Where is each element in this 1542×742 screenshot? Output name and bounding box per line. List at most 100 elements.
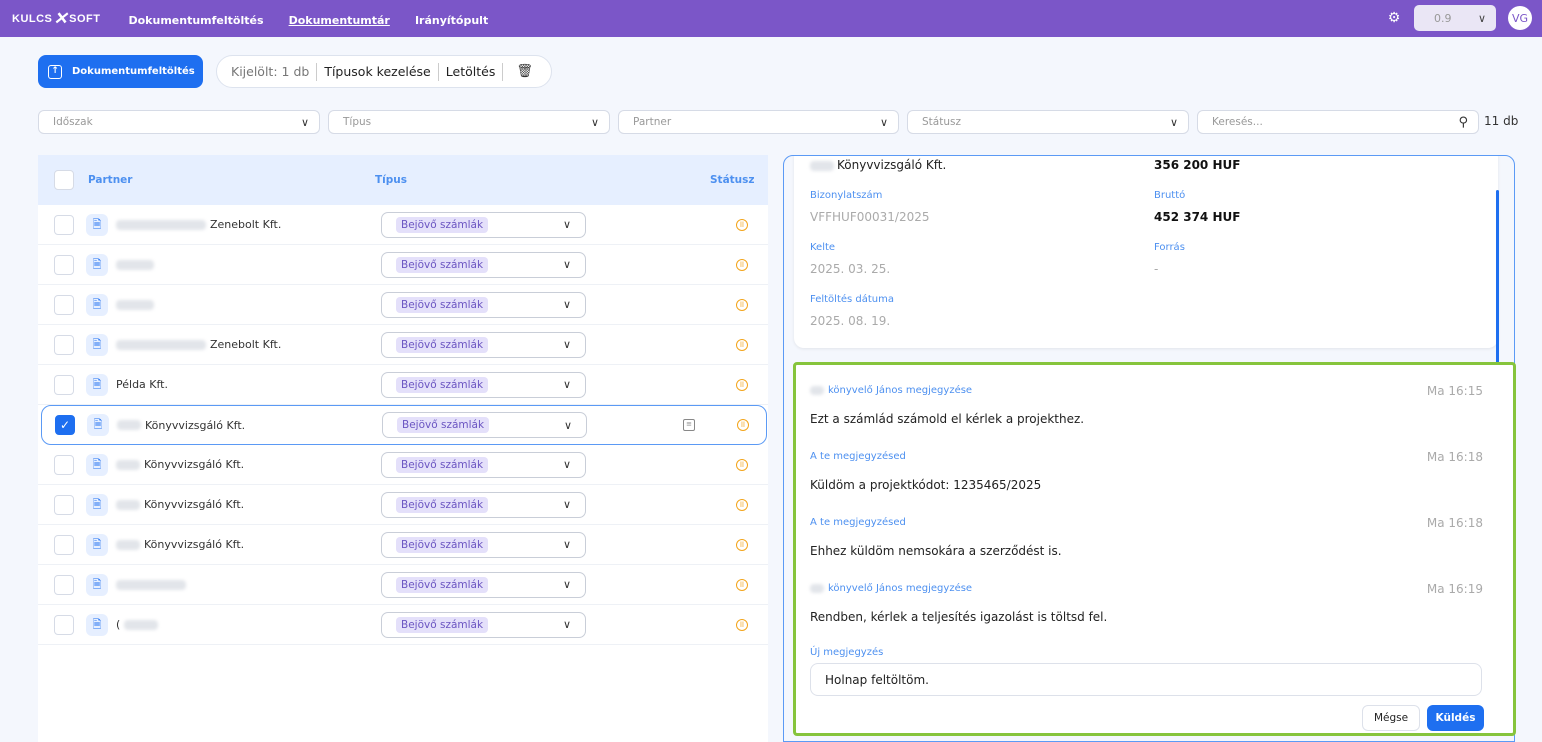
download-button[interactable]: Letöltés (446, 64, 496, 79)
row-checkbox[interactable]: ✓ (55, 415, 75, 435)
filter-bar: Időszak ∨ Típus ∨ Partner ∨ Státusz ∨ Keresé… (38, 110, 1479, 134)
column-header-status[interactable]: Státusz (710, 174, 755, 186)
manage-types-button[interactable]: Típusok kezelése (324, 64, 430, 79)
type-tag: Bejövő számlák (396, 456, 489, 473)
trash-icon[interactable]: 🗑 (516, 64, 533, 79)
partner-name: Zenebolt Kft. (116, 338, 366, 351)
status-pending-icon: ll (736, 458, 748, 471)
row-checkbox[interactable] (54, 334, 74, 355)
top-bar: KULCS ✕ SOFT Dokumentumfeltöltés Dokumentu… (0, 0, 1542, 37)
document-icon: 🗎 (86, 293, 108, 316)
table-row[interactable]: 🗎 Könyvvizsgáló Kft. Bejövő számlák ∨ ll (38, 485, 768, 525)
chevron-down-icon: ∨ (562, 498, 571, 511)
table-row[interactable]: 🗎 ( Bejövő számlák ∨ ll (38, 605, 768, 645)
status-filter-label: Státusz (922, 116, 961, 128)
row-checkbox[interactable] (54, 614, 74, 635)
cancel-button[interactable]: Mégse (1362, 705, 1420, 731)
upload-date-label: Feltöltés dátuma (810, 294, 895, 305)
table-row[interactable]: 🗎 Bejövő számlák ∨ ll (38, 285, 768, 325)
gear-icon[interactable]: ⚙ (1386, 10, 1402, 26)
type-tag: Bejövő számlák (397, 417, 490, 433)
send-button[interactable]: Küldés (1427, 705, 1484, 731)
row-checkbox[interactable] (54, 214, 74, 235)
partner-filter-label: Partner (633, 116, 672, 128)
table-row[interactable]: ✓ 🗎 Könyvvizsgáló Kft. Bejövő számlák ∨ … (41, 405, 767, 445)
note-text: Ezt a számlád számold el kérlek a projek… (810, 412, 1085, 426)
table-row[interactable]: 🗎 Bejövő számlák ∨ ll (38, 245, 768, 285)
note-icon[interactable]: ≡ (683, 419, 695, 431)
row-checkbox[interactable] (54, 494, 74, 515)
upload-icon: ↑ (48, 64, 62, 79)
note-author: könyvelő János megjegyzése (810, 583, 972, 594)
nav-dashboard[interactable]: Irányítópult (415, 14, 488, 27)
type-tag: Bejövő számlák (396, 256, 489, 273)
type-select[interactable]: Bejövő számlák ∨ (382, 412, 587, 438)
partner-name-text: Könyvvizsgáló Kft. (144, 498, 245, 511)
logo-left: KULCS (12, 12, 53, 25)
table-row[interactable]: 🗎 Példa Kft. Bejövő számlák ∨ ll (38, 365, 768, 405)
type-select[interactable]: Bejövő számlák ∨ (381, 531, 586, 558)
logo[interactable]: KULCS ✕ SOFT (12, 9, 100, 29)
status-pending-icon: ll (736, 538, 748, 551)
table-row[interactable]: 🗎 Bejövő számlák ∨ ll (38, 565, 768, 605)
gross-label: Bruttó (1154, 190, 1186, 201)
version-select[interactable]: 0.9 ∨ (1414, 5, 1496, 31)
result-count: 11 db (1484, 114, 1519, 128)
type-select[interactable]: Bejövő számlák ∨ (381, 371, 586, 398)
source-label: Forrás (1154, 242, 1185, 253)
row-checkbox[interactable] (54, 534, 74, 555)
partner-name-text: Könyvvizsgáló Kft. (144, 538, 245, 551)
nav-upload[interactable]: Dokumentumfeltöltés (128, 14, 263, 27)
row-checkbox[interactable] (54, 454, 74, 475)
row-checkbox[interactable] (54, 254, 74, 275)
nav-document-store[interactable]: Dokumentumtár (289, 14, 390, 27)
source-value: - (1154, 262, 1159, 276)
period-filter[interactable]: Időszak ∨ (38, 110, 320, 134)
type-filter[interactable]: Típus ∨ (328, 110, 610, 134)
type-select[interactable]: Bejövő számlák ∨ (381, 451, 586, 478)
type-select[interactable]: Bejövő számlák ∨ (381, 331, 586, 358)
table-row[interactable]: 🗎 Zenebolt Kft. Bejövő számlák ∨ ll (38, 205, 768, 245)
type-select[interactable]: Bejövő számlák ∨ (381, 211, 586, 238)
note-text: Rendben, kérlek a teljesítés igazolást i… (810, 610, 1108, 624)
redacted-text (116, 299, 154, 310)
row-checkbox[interactable] (54, 294, 74, 315)
type-select[interactable]: Bejövő számlák ∨ (381, 291, 586, 318)
partner-filter[interactable]: Partner ∨ (618, 110, 899, 134)
table-row[interactable]: 🗎 Zenebolt Kft. Bejövő számlák ∨ ll (38, 325, 768, 365)
logo-x-icon: ✕ (53, 8, 69, 28)
type-tag: Bejövő számlák (396, 616, 489, 633)
partner-name: Példa Kft. (116, 378, 366, 391)
redacted-text (124, 619, 159, 630)
status-pending-icon: ll (736, 338, 748, 351)
document-info-card: Könyvvizsgáló Kft. 356 200 HUF Bizonylat… (794, 156, 1498, 348)
document-icon: 🗎 (86, 453, 108, 476)
partner-name: Könyvvizsgáló Kft. (117, 419, 367, 432)
type-select[interactable]: Bejövő számlák ∨ (381, 611, 586, 638)
upload-button[interactable]: ↑ Dokumentumfeltöltés (38, 55, 203, 88)
search-icon[interactable]: ⚲ (1458, 115, 1468, 130)
note-text: Küldöm a projektkódot: 1235465/2025 (810, 478, 1042, 492)
gross-value: 452 374 HUF (1154, 210, 1241, 224)
type-select[interactable]: Bejövő számlák ∨ (381, 491, 586, 518)
status-filter[interactable]: Státusz ∨ (907, 110, 1189, 134)
divider (502, 62, 504, 81)
new-note-input[interactable]: Holnap feltöltöm. (810, 663, 1482, 696)
row-checkbox[interactable] (54, 374, 74, 395)
redacted-text (116, 459, 140, 470)
type-select[interactable]: Bejövő számlák ∨ (381, 251, 586, 278)
select-all-checkbox[interactable] (54, 170, 74, 190)
divider (316, 62, 318, 81)
column-header-partner[interactable]: Partner (88, 174, 132, 186)
type-tag: Bejövő számlák (396, 496, 489, 513)
avatar[interactable]: VG (1508, 6, 1532, 30)
note-author: könyvelő János megjegyzése (810, 385, 972, 396)
chevron-down-icon: ∨ (590, 115, 599, 129)
type-select[interactable]: Bejövő számlák ∨ (381, 571, 586, 598)
column-header-type[interactable]: Típus (375, 174, 407, 186)
search-input[interactable]: Keresés... ⚲ (1197, 110, 1479, 134)
table-row[interactable]: 🗎 Könyvvizsgáló Kft. Bejövő számlák ∨ ll (38, 445, 768, 485)
table-row[interactable]: 🗎 Könyvvizsgáló Kft. Bejövő számlák ∨ ll (38, 525, 768, 565)
row-checkbox[interactable] (54, 574, 74, 595)
upload-date-value: 2025. 08. 19. (810, 314, 891, 328)
